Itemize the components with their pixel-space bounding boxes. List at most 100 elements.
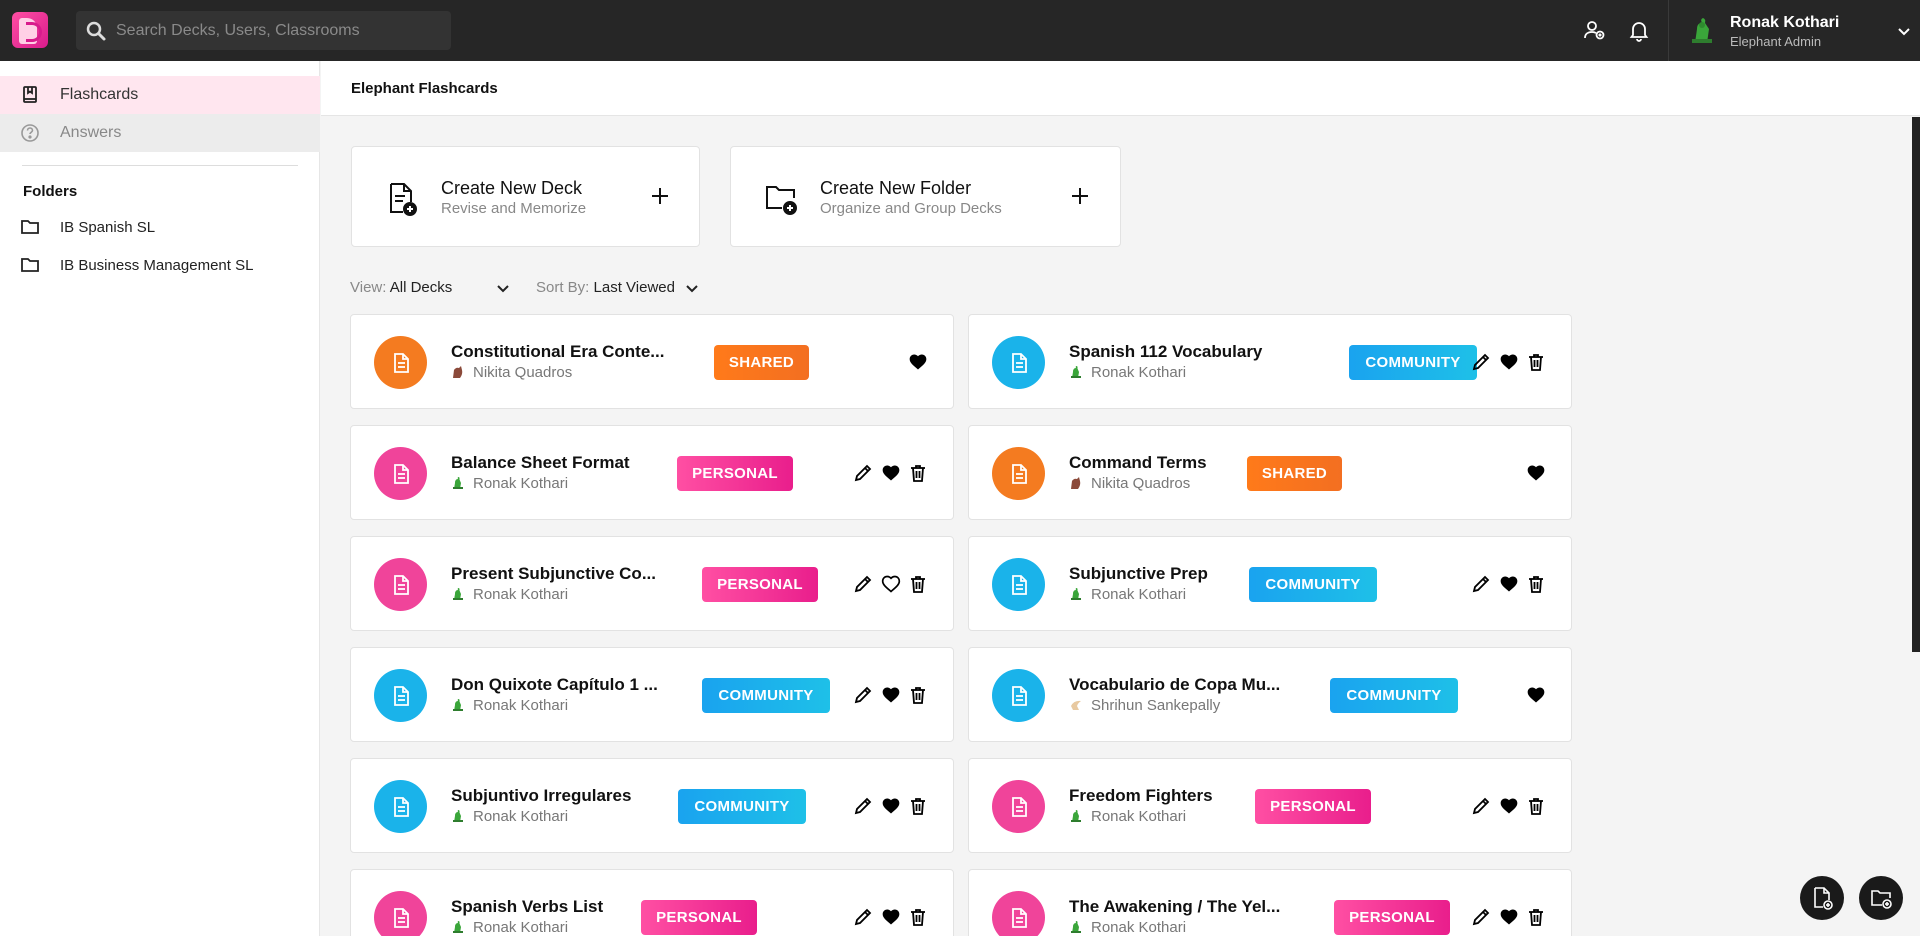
- deck-document-icon: [374, 558, 427, 611]
- status-badge: PERSONAL: [677, 456, 793, 491]
- deck-card[interactable]: Spanish Verbs List Ronak Kothari PERSONAL: [350, 869, 954, 936]
- edit-icon[interactable]: [853, 463, 873, 483]
- heart-filled-icon[interactable]: [1499, 574, 1519, 594]
- deck-owner: Ronak Kothari: [451, 586, 568, 603]
- heart-filled-icon[interactable]: [1526, 685, 1546, 705]
- create-folder-card[interactable]: Create New Folder Organize and Group Dec…: [730, 146, 1121, 247]
- deck-document-icon: [374, 891, 427, 936]
- deck-owner: Ronak Kothari: [451, 808, 568, 825]
- chevron-down-icon[interactable]: [1895, 22, 1913, 40]
- edit-icon[interactable]: [1471, 574, 1491, 594]
- plus-icon[interactable]: [649, 185, 671, 207]
- deck-owner: Ronak Kothari: [1069, 364, 1186, 381]
- chevron-down-icon[interactable]: [685, 281, 699, 295]
- deck-title[interactable]: Vocabulario de Copa Mu...: [1069, 675, 1280, 695]
- status-badge: COMMUNITY: [1330, 678, 1458, 713]
- trash-icon[interactable]: [908, 685, 928, 705]
- folders-heading: Folders: [23, 183, 78, 200]
- edit-icon[interactable]: [853, 796, 873, 816]
- deck-card[interactable]: Subjunctive Prep Ronak Kothari COMMUNITY: [968, 536, 1572, 631]
- deck-card[interactable]: Present Subjunctive Co... Ronak Kothari PE…: [350, 536, 954, 631]
- owner-avatar-icon: [1069, 587, 1083, 601]
- deck-document-icon: [992, 558, 1045, 611]
- deck-card[interactable]: Freedom Fighters Ronak Kothari PERSONAL: [968, 758, 1572, 853]
- deck-card[interactable]: Subjuntivo Irregulares Ronak Kothari COMMU…: [350, 758, 954, 853]
- user-role: Elephant Admin: [1730, 34, 1822, 49]
- deck-title[interactable]: Spanish 112 Vocabulary: [1069, 342, 1262, 362]
- heart-filled-icon[interactable]: [881, 907, 901, 927]
- search-bar[interactable]: [76, 11, 451, 50]
- owner-avatar-icon: [1069, 920, 1083, 934]
- bell-icon[interactable]: [1627, 18, 1651, 42]
- deck-title[interactable]: Subjuntivo Irregulares: [451, 786, 631, 806]
- owner-name: Ronak Kothari: [1091, 919, 1187, 936]
- edit-icon[interactable]: [853, 907, 873, 927]
- heart-filled-icon[interactable]: [881, 796, 901, 816]
- elephant-logo[interactable]: [12, 12, 48, 48]
- owner-avatar-icon: [1069, 698, 1083, 712]
- status-badge: PERSONAL: [1255, 789, 1371, 824]
- heart-filled-icon[interactable]: [1499, 907, 1519, 927]
- edit-icon[interactable]: [853, 574, 873, 594]
- sort-filter[interactable]: Sort By: Last Viewed: [536, 279, 699, 296]
- deck-card[interactable]: Balance Sheet Format Ronak Kothari PERSONA…: [350, 425, 954, 520]
- deck-card[interactable]: Vocabulario de Copa Mu... Shrihun Sankepa…: [968, 647, 1572, 742]
- new-folder-icon: [1871, 890, 1892, 909]
- folder-item[interactable]: IB Spanish SL: [0, 212, 320, 242]
- scrollbar[interactable]: [1912, 117, 1920, 652]
- sidebar-item-flashcards[interactable]: Flashcards: [0, 76, 320, 114]
- edit-icon[interactable]: [1471, 796, 1491, 816]
- deck-title[interactable]: Freedom Fighters: [1069, 786, 1213, 806]
- deck-card[interactable]: The Awakening / The Yel... Ronak Kothari P…: [968, 869, 1572, 936]
- owner-name: Nikita Quadros: [1091, 475, 1191, 492]
- deck-title[interactable]: Command Terms: [1069, 453, 1207, 473]
- owner-avatar-icon: [1069, 476, 1083, 490]
- view-filter[interactable]: View: All Decks: [350, 279, 510, 296]
- trash-icon[interactable]: [1526, 907, 1546, 927]
- deck-title[interactable]: Present Subjunctive Co...: [451, 564, 656, 584]
- heart-outline-icon[interactable]: [881, 574, 901, 594]
- deck-title[interactable]: Don Quixote Capítulo 1 ...: [451, 675, 658, 695]
- status-badge: COMMUNITY: [1249, 567, 1377, 602]
- deck-title[interactable]: Spanish Verbs List: [451, 897, 603, 917]
- heart-filled-icon[interactable]: [881, 685, 901, 705]
- heart-filled-icon[interactable]: [908, 352, 928, 372]
- trash-icon[interactable]: [1526, 574, 1546, 594]
- trash-icon[interactable]: [908, 574, 928, 594]
- user-menu[interactable]: Ronak Kothari Elephant Admin: [1668, 0, 1920, 61]
- new-folder-icon: [764, 182, 798, 216]
- deck-title[interactable]: Subjunctive Prep: [1069, 564, 1208, 584]
- trash-icon[interactable]: [1526, 796, 1546, 816]
- heart-filled-icon[interactable]: [881, 463, 901, 483]
- trash-icon[interactable]: [1526, 352, 1546, 372]
- folder-item[interactable]: IB Business Management SL: [0, 250, 320, 280]
- heart-filled-icon[interactable]: [1526, 463, 1546, 483]
- trash-icon[interactable]: [908, 907, 928, 927]
- search-input[interactable]: [116, 21, 436, 40]
- create-deck-subtitle: Revise and Memorize: [441, 200, 587, 217]
- edit-icon[interactable]: [853, 685, 873, 705]
- deck-title[interactable]: Balance Sheet Format: [451, 453, 630, 473]
- folder-label: IB Business Management SL: [60, 256, 254, 274]
- edit-icon[interactable]: [1471, 352, 1491, 372]
- deck-card[interactable]: Command Terms Nikita Quadros SHARED: [968, 425, 1572, 520]
- edit-icon[interactable]: [1471, 907, 1491, 927]
- deck-card[interactable]: Constitutional Era Conte... Nikita Quadro…: [350, 314, 954, 409]
- heart-filled-icon[interactable]: [1499, 352, 1519, 372]
- new-folder-fab[interactable]: [1859, 876, 1903, 920]
- deck-card[interactable]: Don Quixote Capítulo 1 ... Ronak Kothari C…: [350, 647, 954, 742]
- deck-title[interactable]: Constitutional Era Conte...: [451, 342, 664, 362]
- new-deck-fab[interactable]: [1800, 876, 1844, 920]
- deck-title[interactable]: The Awakening / The Yel...: [1069, 897, 1280, 917]
- search-icon: [84, 19, 108, 43]
- deck-card[interactable]: Spanish 112 Vocabulary Ronak Kothari COMMU…: [968, 314, 1572, 409]
- add-user-icon[interactable]: [1582, 18, 1606, 42]
- heart-filled-icon[interactable]: [1499, 796, 1519, 816]
- chevron-down-icon[interactable]: [496, 281, 510, 295]
- create-deck-card[interactable]: Create New Deck Revise and Memorize: [351, 146, 700, 247]
- trash-icon[interactable]: [908, 796, 928, 816]
- plus-icon[interactable]: [1069, 185, 1091, 207]
- owner-avatar-icon: [1069, 365, 1083, 379]
- sidebar-item-answers[interactable]: Answers: [0, 114, 320, 152]
- trash-icon[interactable]: [908, 463, 928, 483]
